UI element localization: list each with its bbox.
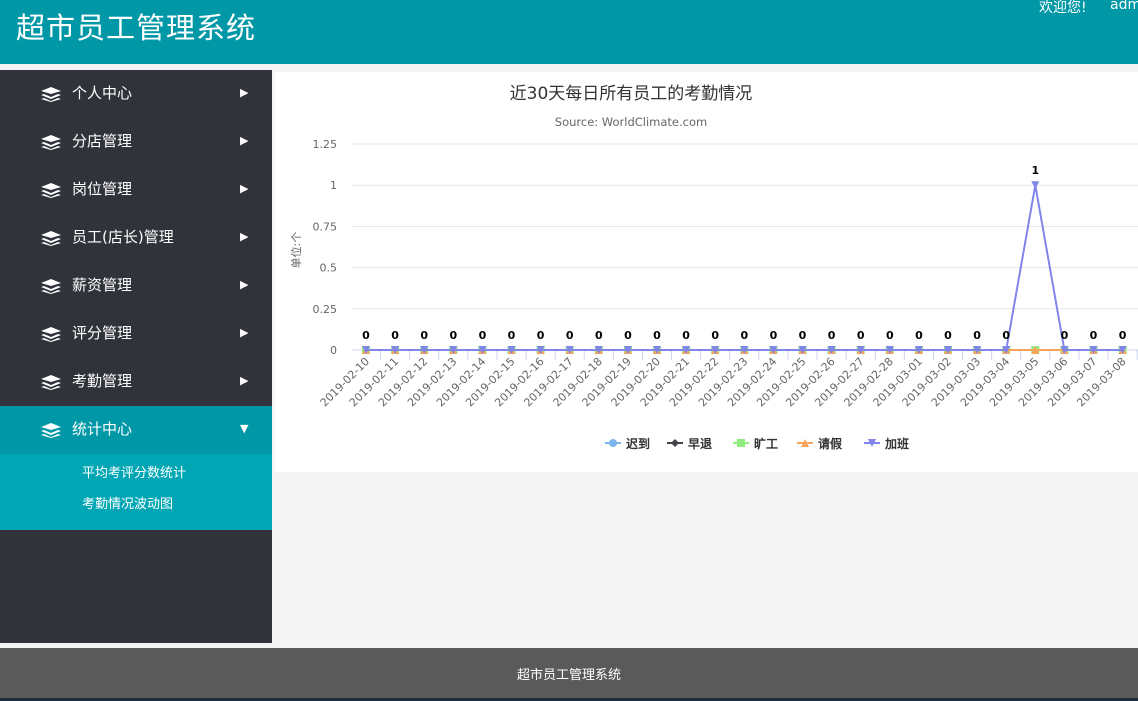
sidebar-item-label: 个人中心	[72, 84, 133, 102]
data-label: 0	[711, 329, 719, 342]
stack-icon	[41, 231, 61, 246]
legend-item[interactable]: 旷工	[754, 436, 778, 451]
footer: 超市员工管理系统	[0, 648, 1138, 698]
statistics-submenu: 平均考评分数统计 考勤情况波动图	[0, 454, 272, 530]
sidebar-item-label: 评分管理	[72, 324, 133, 342]
legend-marker	[737, 439, 745, 447]
data-label: 0	[1061, 329, 1069, 342]
footer-text: 超市员工管理系统	[516, 668, 621, 683]
data-label: 0	[828, 329, 836, 342]
data-label: 0	[391, 329, 399, 342]
sidebar-item-label: 员工(店长)管理	[72, 228, 174, 246]
caret-right-icon: ▶	[240, 278, 249, 291]
stack-icon	[41, 183, 61, 198]
data-label: 0	[537, 329, 545, 342]
stack-icon	[41, 279, 61, 294]
caret-right-icon: ▶	[240, 182, 249, 195]
sidebar-item-label: 统计中心	[72, 420, 133, 438]
sidebar-item-attendance-management[interactable]: 考勤管理 ▶	[0, 358, 272, 406]
caret-right-icon: ▶	[240, 86, 249, 99]
caret-right-icon: ▶	[240, 230, 249, 243]
data-label: 0	[566, 329, 574, 342]
y-tick-label: 1	[330, 179, 337, 192]
welcome-text: 欢迎您!	[1039, 0, 1087, 16]
data-label: 0	[362, 329, 370, 342]
chart-panel: 近30天每日所有员工的考勤情况 Source: WorldClimate.com 0…	[275, 72, 1138, 472]
data-label: 0	[740, 329, 748, 342]
data-label: 0	[420, 329, 428, 342]
caret-right-icon: ▶	[240, 374, 249, 387]
sidebar-item-label: 岗位管理	[72, 180, 133, 198]
data-label: 0	[449, 329, 457, 342]
caret-right-icon: ▶	[240, 134, 249, 147]
legend-item[interactable]: 早退	[688, 437, 712, 451]
top-bar: 超市员工管理系统 欢迎您! adm	[0, 0, 1138, 64]
sidebar-item-rating-management[interactable]: 评分管理 ▶	[0, 310, 272, 358]
sidebar-item-personal-center[interactable]: 个人中心 ▶	[0, 70, 272, 118]
sidebar-item-label: 考勤管理	[72, 372, 133, 390]
stack-icon	[41, 327, 61, 342]
user-name[interactable]: adm	[1110, 0, 1138, 13]
legend-item[interactable]: 加班	[884, 436, 909, 451]
data-label: 0	[653, 329, 661, 342]
sidebar-menu: 个人中心 ▶ 分店管理 ▶ 岗位管理 ▶ 员工(店长)管理 ▶ 薪资管理 ▶ 评分管理 ▶ 考勤管理 ▶ 统…	[0, 70, 272, 454]
sidebar-item-position-management[interactable]: 岗位管理 ▶	[0, 166, 272, 214]
chart-title: 近30天每日所有员工的考勤情况	[510, 84, 753, 104]
legend-item[interactable]: 迟到	[626, 436, 650, 451]
legend-item[interactable]: 请假	[818, 436, 843, 451]
sidebar-item-label: 薪资管理	[72, 276, 133, 294]
chart-subtitle: Source: WorldClimate.com	[555, 115, 707, 129]
stack-icon	[41, 375, 61, 390]
data-label: 0	[682, 329, 690, 342]
submenu-item-average-rating-stats[interactable]: 平均考评分数统计	[0, 460, 272, 491]
sidebar-item-branch-management[interactable]: 分店管理 ▶	[0, 118, 272, 166]
y-tick-label: 0.25	[313, 303, 338, 316]
y-axis-title: 单位:个	[289, 232, 303, 269]
data-label: 0	[508, 329, 516, 342]
data-label: 0	[479, 329, 487, 342]
data-label: 0	[857, 329, 865, 342]
y-tick-label: 0.75	[313, 220, 338, 233]
data-label: 0	[624, 329, 632, 342]
data-label: 0	[595, 329, 603, 342]
stack-icon	[41, 87, 61, 102]
y-tick-label: 0	[330, 344, 337, 357]
data-label: 0	[770, 329, 778, 342]
legend-marker	[609, 439, 617, 447]
data-label: 1	[1031, 164, 1039, 177]
data-label: 0	[1119, 329, 1127, 342]
sidebar-item-salary-management[interactable]: 薪资管理 ▶	[0, 262, 272, 310]
legend-marker	[671, 439, 679, 447]
y-tick-label: 1.25	[313, 138, 338, 151]
data-label: 0	[799, 329, 807, 342]
data-label: 0	[915, 329, 923, 342]
stack-icon	[41, 135, 61, 150]
caret-right-icon: ▶	[240, 326, 249, 339]
stack-icon	[41, 423, 61, 438]
y-tick-label: 0.5	[320, 262, 338, 275]
app-title: 超市员工管理系统	[16, 11, 257, 45]
data-label: 0	[944, 329, 952, 342]
data-label: 0	[973, 329, 981, 342]
submenu-item-attendance-trend-chart[interactable]: 考勤情况波动图	[0, 491, 272, 522]
caret-down-icon: ▼	[240, 422, 249, 435]
sidebar: 个人中心 ▶ 分店管理 ▶ 岗位管理 ▶ 员工(店长)管理 ▶ 薪资管理 ▶ 评分管理 ▶ 考勤管理 ▶ 统…	[0, 70, 272, 643]
attendance-line-chart: 近30天每日所有员工的考勤情况 Source: WorldClimate.com 0…	[289, 84, 1138, 451]
data-label: 0	[1090, 329, 1098, 342]
sidebar-item-employee-management[interactable]: 员工(店长)管理 ▶	[0, 214, 272, 262]
sidebar-item-label: 分店管理	[72, 132, 133, 150]
data-label: 0	[886, 329, 894, 342]
data-label: 0	[1002, 329, 1010, 342]
sidebar-item-statistics-center[interactable]: 统计中心 ▼	[0, 406, 272, 454]
